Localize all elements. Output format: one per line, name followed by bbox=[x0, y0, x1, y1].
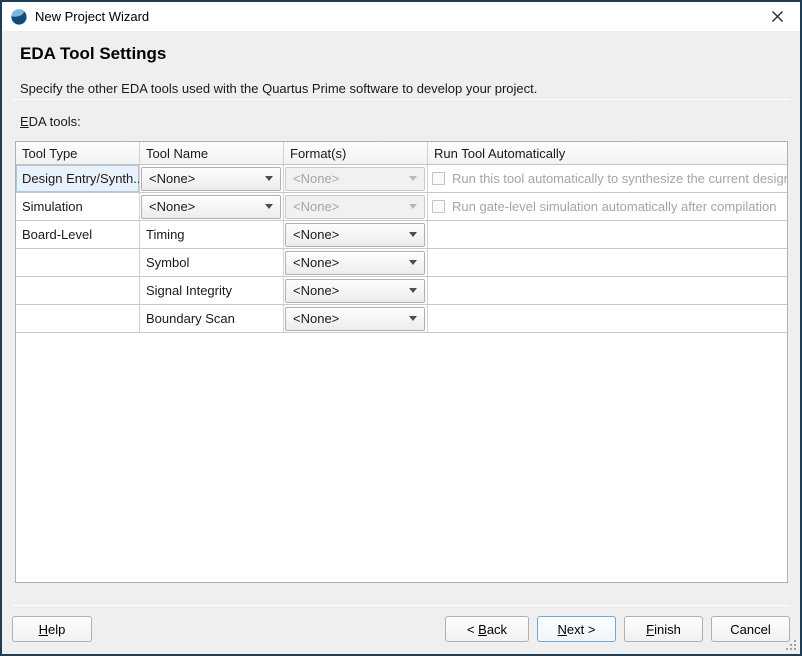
back-button[interactable]: < Back bbox=[445, 616, 529, 642]
cell-tool-type[interactable]: Design Entry/Synth... bbox=[16, 165, 140, 192]
cell-run-automatically bbox=[428, 221, 787, 248]
footer-separator bbox=[12, 605, 790, 606]
cell-format: <None> bbox=[284, 277, 428, 304]
tool-name-dropdown[interactable]: <None> bbox=[141, 167, 281, 191]
next-button[interactable]: Next > bbox=[537, 616, 616, 642]
table-row: Symbol <None> bbox=[16, 249, 787, 277]
auto-run-checkbox bbox=[432, 200, 445, 213]
header-separator bbox=[12, 99, 790, 100]
finish-button[interactable]: Finish bbox=[624, 616, 703, 642]
format-dropdown: <None> bbox=[285, 195, 425, 219]
cell-tool-name[interactable]: Symbol bbox=[140, 249, 284, 276]
cell-tool-type[interactable] bbox=[16, 305, 140, 332]
format-dropdown: <None> bbox=[285, 167, 425, 191]
quartus-logo-icon bbox=[10, 8, 28, 26]
cell-tool-type[interactable] bbox=[16, 277, 140, 304]
chevron-down-icon bbox=[409, 176, 417, 181]
column-header-tool-type: Tool Type bbox=[16, 142, 140, 164]
table-row: Board-Level Timing <None> bbox=[16, 221, 787, 249]
cell-tool-type[interactable]: Board-Level bbox=[16, 221, 140, 248]
chevron-down-icon bbox=[265, 204, 273, 209]
cell-tool-name[interactable]: Timing bbox=[140, 221, 284, 248]
close-icon[interactable] bbox=[760, 2, 794, 31]
cell-tool-name[interactable]: Signal Integrity bbox=[140, 277, 284, 304]
resize-grip[interactable] bbox=[784, 638, 797, 651]
tool-name-dropdown[interactable]: <None> bbox=[141, 195, 281, 219]
cell-tool-name[interactable]: Boundary Scan bbox=[140, 305, 284, 332]
column-header-formats: Format(s) bbox=[284, 142, 428, 164]
new-project-wizard-dialog: New Project Wizard EDA Tool Settings Spe… bbox=[0, 0, 802, 656]
format-dropdown[interactable]: <None> bbox=[285, 251, 425, 275]
table-row: Simulation <None> <None> Run gate-level … bbox=[16, 193, 787, 221]
chevron-down-icon bbox=[409, 204, 417, 209]
auto-run-checkbox bbox=[432, 172, 445, 185]
cell-format: <None> bbox=[284, 221, 428, 248]
table-header-row: Tool Type Tool Name Format(s) Run Tool A… bbox=[16, 142, 787, 165]
cell-format: <None> bbox=[284, 249, 428, 276]
chevron-down-icon bbox=[409, 316, 417, 321]
page-description: Specify the other EDA tools used with th… bbox=[20, 81, 537, 96]
format-dropdown[interactable]: <None> bbox=[285, 223, 425, 247]
eda-tools-table: Tool Type Tool Name Format(s) Run Tool A… bbox=[15, 141, 788, 583]
cell-run-automatically bbox=[428, 305, 787, 332]
cell-format: <None> bbox=[284, 165, 428, 192]
chevron-down-icon bbox=[409, 232, 417, 237]
cell-run-automatically: Run gate-level simulation automatically … bbox=[428, 193, 787, 220]
cell-tool-type[interactable] bbox=[16, 249, 140, 276]
table-row: Signal Integrity <None> bbox=[16, 277, 787, 305]
eda-tools-label: EDA tools: bbox=[20, 114, 81, 129]
cell-format: <None> bbox=[284, 193, 428, 220]
table-row: Design Entry/Synth... <None> <None> Run … bbox=[16, 165, 787, 193]
chevron-down-icon bbox=[409, 288, 417, 293]
cell-format: <None> bbox=[284, 305, 428, 332]
format-dropdown[interactable]: <None> bbox=[285, 307, 425, 331]
footer-button-bar: Help < Back Next > Finish Cancel bbox=[12, 616, 790, 642]
chevron-down-icon bbox=[409, 260, 417, 265]
cell-run-automatically: Run this tool automatically to synthesiz… bbox=[428, 165, 787, 192]
column-header-tool-name: Tool Name bbox=[140, 142, 284, 164]
cell-run-automatically bbox=[428, 249, 787, 276]
cell-tool-name: <None> bbox=[140, 165, 284, 192]
cell-run-automatically bbox=[428, 277, 787, 304]
page-title: EDA Tool Settings bbox=[20, 44, 166, 64]
auto-run-label: Run gate-level simulation automatically … bbox=[452, 199, 776, 214]
window-title: New Project Wizard bbox=[35, 9, 149, 24]
column-header-run-tool: Run Tool Automatically bbox=[428, 142, 787, 164]
auto-run-label: Run this tool automatically to synthesiz… bbox=[452, 171, 787, 186]
chevron-down-icon bbox=[265, 176, 273, 181]
help-button[interactable]: Help bbox=[12, 616, 92, 642]
title-bar: New Project Wizard bbox=[2, 2, 800, 31]
cancel-button[interactable]: Cancel bbox=[711, 616, 790, 642]
format-dropdown[interactable]: <None> bbox=[285, 279, 425, 303]
cell-tool-name: <None> bbox=[140, 193, 284, 220]
cell-tool-type[interactable]: Simulation bbox=[16, 193, 140, 220]
table-row: Boundary Scan <None> bbox=[16, 305, 787, 333]
